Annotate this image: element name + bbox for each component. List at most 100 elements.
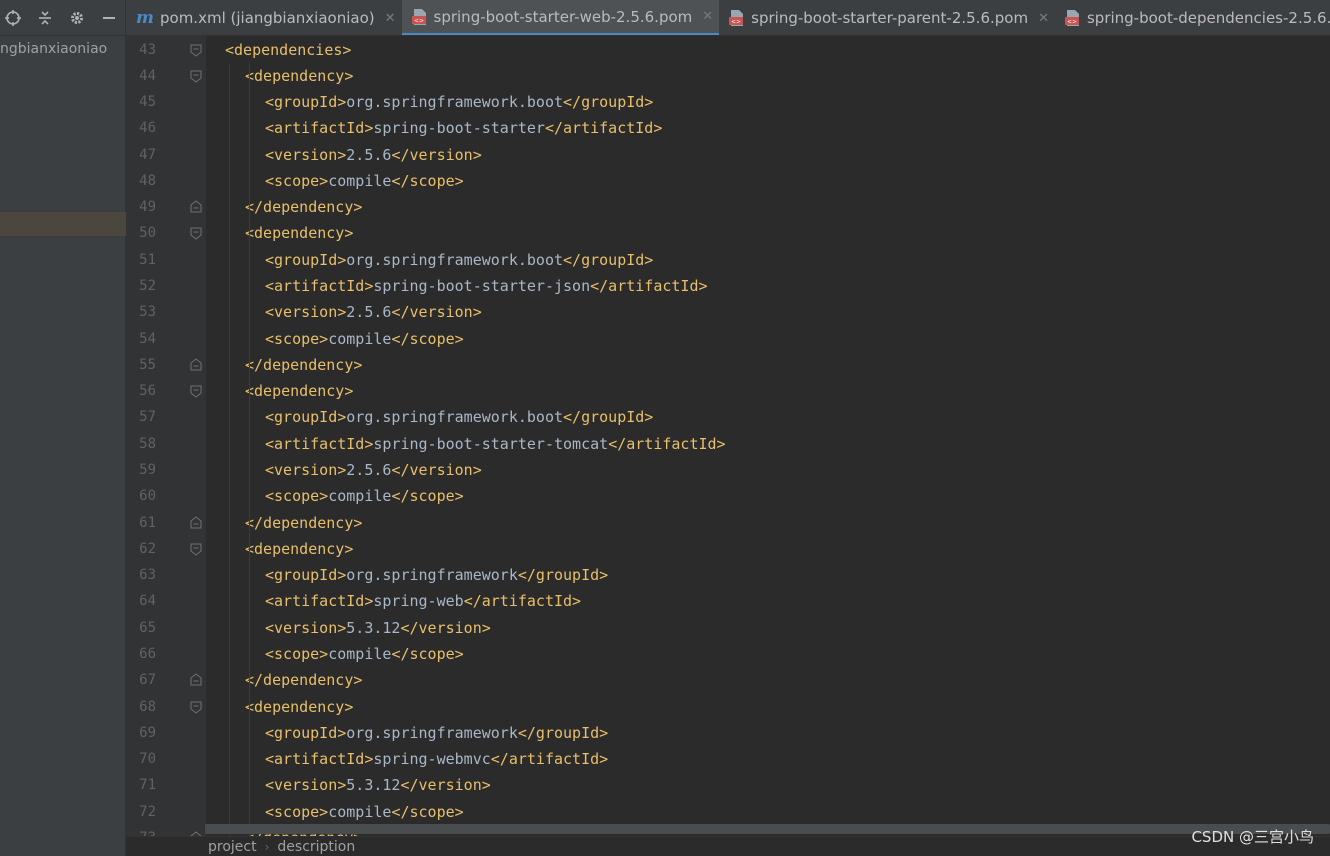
- line-number: 51: [139, 251, 156, 268]
- code-line[interactable]: <dependencies>: [225, 37, 351, 63]
- xml-tag: <version>: [265, 145, 347, 164]
- gear-icon[interactable]: [64, 5, 90, 31]
- fold-start-icon[interactable]: [189, 700, 203, 714]
- close-icon[interactable]: ✕: [1038, 11, 1049, 26]
- code-line[interactable]: <groupId>org.springframework.boot</group…: [265, 247, 653, 273]
- code-line[interactable]: <scope>compile</scope>: [265, 799, 464, 825]
- breadcrumb-item-description[interactable]: description: [277, 839, 355, 855]
- xml-text: compile: [328, 487, 392, 506]
- line-number: 54: [139, 330, 156, 347]
- line-number: 72: [139, 803, 156, 820]
- tab-spring-boot-dependencies[interactable]: <> spring-boot-dependencies-2.5.6.: [1055, 0, 1330, 35]
- code-line[interactable]: <dependency>: [245, 378, 353, 404]
- xml-tag: <scope>: [265, 802, 329, 821]
- code-line[interactable]: <groupId>org.springframework</groupId>: [265, 720, 608, 746]
- code-line[interactable]: </dependency>: [245, 510, 362, 536]
- xml-text: 2.5.6: [346, 145, 392, 164]
- code-line[interactable]: <dependency>: [245, 694, 353, 720]
- line-number: 50: [139, 225, 156, 242]
- code-line[interactable]: <groupId>org.springframework.boot</group…: [265, 404, 653, 430]
- xml-tag: </artifactId>: [590, 277, 708, 296]
- code-line[interactable]: <scope>compile</scope>: [265, 326, 464, 352]
- code-line[interactable]: <scope>compile</scope>: [265, 168, 464, 194]
- xml-tag: </version>: [391, 460, 482, 479]
- xml-text: org.springframework: [346, 566, 518, 585]
- code-line[interactable]: <groupId>org.springframework.boot</group…: [265, 89, 653, 115]
- code-line[interactable]: <artifactId>spring-boot-starter</artifac…: [265, 115, 662, 141]
- xml-tag: <version>: [265, 776, 347, 795]
- xml-tag: </groupId>: [517, 566, 609, 585]
- code-line[interactable]: <version>2.5.6</version>: [265, 299, 482, 325]
- xml-tag: <dependency>: [245, 382, 354, 401]
- code-editor[interactable]: 43 <dependencies> 44 <dependency> 45 <groupId…: [126, 36, 1330, 836]
- xml-tag: </scope>: [391, 802, 464, 821]
- code-line[interactable]: <version>5.3.12</version>: [265, 772, 491, 798]
- svg-text:<>: <>: [731, 19, 741, 26]
- code-line[interactable]: <artifactId>spring-web</artifactId>: [265, 588, 581, 614]
- fold-end-icon[interactable]: [189, 515, 203, 530]
- code-line[interactable]: </dependency>: [245, 352, 362, 378]
- close-icon[interactable]: ✕: [702, 9, 713, 24]
- fold-start-icon[interactable]: [189, 69, 203, 83]
- fold-start-icon[interactable]: [189, 542, 203, 556]
- code-line[interactable]: <dependency>: [245, 220, 353, 246]
- code-line[interactable]: <dependency>: [245, 536, 353, 562]
- xml-text: 2.5.6: [346, 303, 392, 322]
- code-line[interactable]: <scope>compile</scope>: [265, 641, 464, 667]
- xml-text: spring-boot-starter-tomcat: [373, 434, 609, 453]
- fold-end-icon[interactable]: [189, 200, 203, 214]
- close-icon[interactable]: ✕: [385, 11, 396, 26]
- tab-spring-boot-starter-parent[interactable]: <> spring-boot-starter-parent-2.5.6.pom …: [719, 0, 1055, 35]
- line-number: 58: [139, 435, 156, 452]
- fold-start-icon[interactable]: [189, 43, 203, 57]
- xml-tag: <scope>: [265, 644, 329, 663]
- collapse-all-icon[interactable]: [32, 5, 58, 31]
- editor-tab-bar: m pom.xml (jiangbianxiaoniao) ✕ <> sprin…: [126, 0, 1330, 36]
- fold-end-icon[interactable]: [189, 358, 203, 372]
- code-line[interactable]: <version>5.3.12</version>: [265, 615, 491, 641]
- xml-tag: </dependency>: [245, 355, 363, 374]
- xml-tag: </dependency>: [245, 671, 363, 690]
- code-line[interactable]: <artifactId>spring-boot-starter-tomcat</…: [265, 431, 726, 457]
- project-tree-root[interactable]: ngbianxiaoniao: [0, 38, 126, 60]
- xml-tag: </groupId>: [563, 250, 654, 269]
- xml-text: compile: [328, 802, 392, 821]
- tab-pom-xml[interactable]: m pom.xml (jiangbianxiaoniao) ✕: [126, 0, 402, 35]
- xml-tag: <groupId>: [265, 93, 347, 112]
- minimize-icon[interactable]: [96, 5, 122, 31]
- code-line[interactable]: <dependency>: [245, 63, 353, 89]
- line-number: 69: [139, 724, 156, 741]
- tab-spring-boot-starter-web[interactable]: <> spring-boot-starter-web-2.5.6.pom ✕: [401, 0, 720, 35]
- xml-tag: <artifactId>: [265, 750, 374, 769]
- line-number: 66: [139, 645, 156, 662]
- code-line[interactable]: <artifactId>spring-boot-starter-json</ar…: [265, 273, 708, 299]
- xml-tag: <dependency>: [245, 224, 354, 243]
- xml-tag: </version>: [400, 618, 491, 637]
- pom-file-icon: <>: [411, 8, 428, 26]
- code-line[interactable]: </dependency>: [245, 667, 362, 693]
- tab-label: spring-boot-dependencies-2.5.6.: [1086, 9, 1330, 27]
- breadcrumb-item-project[interactable]: project: [208, 839, 257, 855]
- code-line[interactable]: <scope>compile</scope>: [265, 483, 464, 509]
- code-line[interactable]: <artifactId>spring-webmvc</artifactId>: [265, 746, 608, 772]
- xml-text: spring-boot-starter: [373, 119, 545, 138]
- code-line[interactable]: <groupId>org.springframework</groupId>: [265, 562, 608, 588]
- fold-end-icon[interactable]: [189, 673, 203, 687]
- xml-text: spring-webmvc: [373, 750, 491, 769]
- fold-start-icon[interactable]: [189, 226, 203, 241]
- code-line[interactable]: </dependency>: [245, 194, 362, 220]
- line-number: 70: [139, 751, 156, 768]
- locate-icon[interactable]: [0, 5, 26, 31]
- line-number: 63: [139, 567, 156, 584]
- chevron-right-icon: ›: [264, 840, 270, 854]
- project-tree-selected-row[interactable]: [0, 212, 126, 236]
- xml-tag: </scope>: [391, 644, 464, 663]
- fold-start-icon[interactable]: [189, 384, 203, 398]
- horizontal-scrollbar[interactable]: [205, 824, 1330, 834]
- code-line[interactable]: <version>2.5.6</version>: [265, 457, 482, 483]
- code-line[interactable]: <version>2.5.6</version>: [265, 142, 482, 168]
- xml-tag: <version>: [265, 618, 347, 637]
- line-number: 55: [139, 356, 156, 373]
- xml-tag: </scope>: [391, 329, 464, 348]
- line-number: 47: [139, 146, 156, 163]
